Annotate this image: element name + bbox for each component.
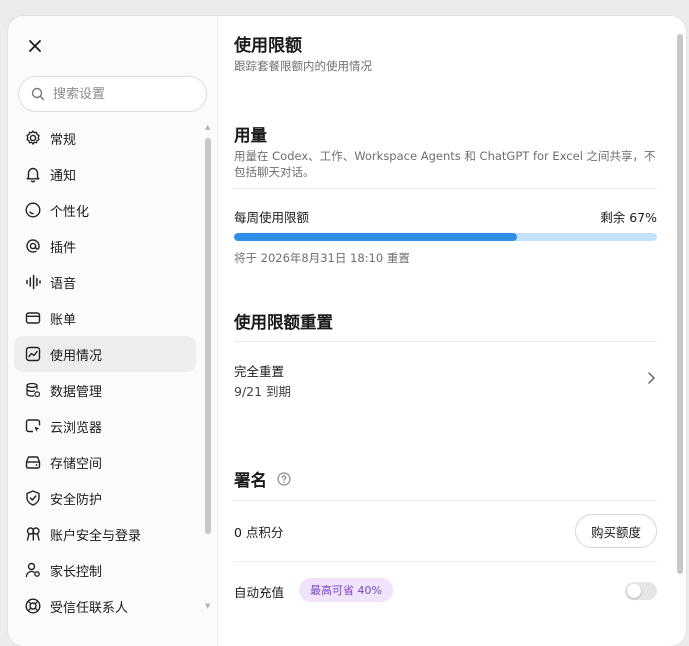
sidebar-item-label: 语音 xyxy=(50,276,77,292)
auto-recharge-toggle[interactable] xyxy=(625,582,657,600)
chevron-right-icon[interactable] xyxy=(645,370,657,386)
sidebar-item-usage[interactable]: 使用情况 xyxy=(14,336,196,372)
sign-heading: 署名 xyxy=(234,471,267,490)
account-icon xyxy=(24,525,42,543)
toggle-knob xyxy=(627,584,641,598)
content-scrollbar[interactable] xyxy=(677,34,683,574)
sidebar-item-label: 存储空间 xyxy=(50,456,103,472)
scroll-down-arrow[interactable]: ▼ xyxy=(205,602,210,610)
sidebar-item-label: 受信任联系人 xyxy=(50,600,129,616)
settings-sidebar: 常规 通知 个性化 插件 xyxy=(8,16,218,646)
close-icon xyxy=(29,40,41,52)
sidebar-item-label: 安全防护 xyxy=(50,492,103,508)
full-reset-expiry: 9/21 到期 xyxy=(234,384,292,399)
browser-icon xyxy=(24,417,42,435)
sidebar-item-voice[interactable]: 语音 xyxy=(14,264,196,300)
sidebar-item-plugins[interactable]: 插件 xyxy=(14,228,196,264)
sidebar-item-trusted-contacts[interactable]: 受信任联系人 xyxy=(14,588,196,624)
usage-content: 使用限额 跟踪套餐限额内的使用情况 用量 用量在 Codex、工作、Worksp… xyxy=(234,16,657,646)
usage-heading: 用量 xyxy=(234,126,267,145)
card-icon xyxy=(24,309,42,327)
database-icon xyxy=(24,381,42,399)
sidebar-item-general[interactable]: 常规 xyxy=(14,120,196,156)
sidebar-item-label: 数据管理 xyxy=(50,384,103,400)
sidebar-item-security[interactable]: 安全防护 xyxy=(14,480,196,516)
shield-icon xyxy=(24,489,42,507)
points-value: 0 点积分 xyxy=(234,525,284,540)
full-reset-title: 完全重置 xyxy=(234,364,285,379)
full-reset-row[interactable]: 完全重置 9/21 到期 xyxy=(234,352,657,408)
close-button[interactable] xyxy=(24,35,46,57)
gear-icon xyxy=(24,129,42,147)
divider xyxy=(234,341,657,342)
help-icon[interactable] xyxy=(277,472,291,486)
usage-progress-fill xyxy=(234,233,518,241)
search-box[interactable] xyxy=(18,76,207,112)
at-icon xyxy=(24,237,42,255)
divider xyxy=(234,188,657,189)
sidebar-item-label: 账户安全与登录 xyxy=(50,528,142,544)
sidebar-item-label: 插件 xyxy=(50,240,77,256)
remaining-label: 剩余 67% xyxy=(600,210,657,225)
sidebar-item-parental-control[interactable]: 家长控制 xyxy=(14,552,196,588)
sidebar-item-label: 云浏览器 xyxy=(50,420,103,436)
reset-note: 将于 2026年8月31日 18:10 重置 xyxy=(234,251,410,265)
scroll-up-arrow[interactable]: ▲ xyxy=(205,123,210,131)
parent-icon xyxy=(24,561,42,579)
savings-badge: 最高可省 40% xyxy=(299,578,393,602)
bell-icon xyxy=(24,165,42,183)
sidebar-item-label: 账单 xyxy=(50,312,77,328)
search-icon xyxy=(31,87,45,101)
chart-icon xyxy=(24,345,42,363)
sidebar-item-storage[interactable]: 存储空间 xyxy=(14,444,196,480)
auto-recharge-label: 自动充值 xyxy=(234,585,285,600)
buy-credits-button[interactable]: 购买额度 xyxy=(575,514,657,548)
waveform-icon xyxy=(24,273,42,291)
storage-icon xyxy=(24,453,42,471)
usage-progress-bar xyxy=(234,233,657,241)
sidebar-item-label: 家长控制 xyxy=(50,564,103,580)
sidebar-item-label: 常规 xyxy=(50,132,77,148)
sidebar-item-label: 个性化 xyxy=(50,204,90,220)
limit-reset-heading: 使用限额重置 xyxy=(234,313,333,332)
sidebar-item-notifications[interactable]: 通知 xyxy=(14,156,196,192)
weekly-limit-label: 每周使用限额 xyxy=(234,210,310,225)
settings-modal: 常规 通知 个性化 插件 xyxy=(8,16,686,646)
sidebar-item-label: 通知 xyxy=(50,168,77,184)
window-top-strip xyxy=(0,0,689,16)
sidebar-item-cloud-browser[interactable]: 云浏览器 xyxy=(14,408,196,444)
search-input[interactable] xyxy=(53,86,193,102)
contact-icon xyxy=(24,597,42,615)
sidebar-item-personalization[interactable]: 个性化 xyxy=(14,192,196,228)
personalize-icon xyxy=(24,201,42,219)
page-title: 使用限额 xyxy=(234,36,302,56)
sidebar-item-data-management[interactable]: 数据管理 xyxy=(14,372,196,408)
page-subtitle: 跟踪套餐限额内的使用情况 xyxy=(234,59,372,73)
sidebar-item-account-security[interactable]: 账户安全与登录 xyxy=(14,516,196,552)
sidebar-item-label: 使用情况 xyxy=(50,348,103,364)
sidebar-scrollbar[interactable] xyxy=(205,138,211,534)
divider xyxy=(234,500,657,501)
usage-description: 用量在 Codex、工作、Workspace Agents 和 ChatGPT … xyxy=(234,149,656,179)
divider xyxy=(234,561,657,562)
sidebar-item-billing[interactable]: 账单 xyxy=(14,300,196,336)
settings-nav: 常规 通知 个性化 插件 语音 账单 使用情况 数据管理 云浏览器 存储空间 安… xyxy=(14,120,196,624)
